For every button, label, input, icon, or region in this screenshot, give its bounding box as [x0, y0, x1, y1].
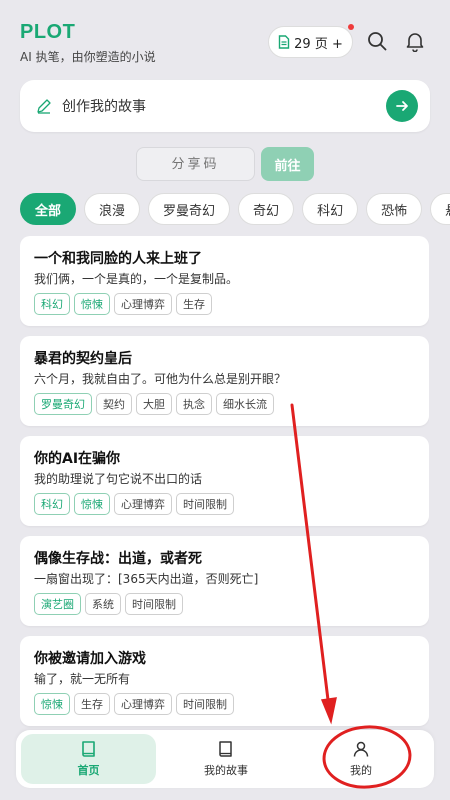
share-code-go-button[interactable]: 前往: [261, 147, 314, 181]
pages-label: 29 页 +: [294, 36, 343, 52]
create-story-submit-button[interactable]: [386, 90, 418, 122]
story-card[interactable]: 一个和我同脸的人来上班了 我们俩，一个是真的，一个是复制品。 科幻 惊悚 心理博…: [20, 236, 429, 326]
notification-dot: [348, 24, 354, 30]
tab-mine-label: 我的: [350, 764, 372, 777]
story-tags: 惊悚 生存 心理博弈 时间限制: [34, 693, 415, 715]
header: PLOT AI 执笔，由你塑造的小说 29 页 +: [20, 20, 434, 70]
story-description: 六个月，我就自由了。可他为什么总是别开眼？: [34, 372, 287, 386]
chip-romance-fantasy[interactable]: 罗曼奇幻: [148, 193, 231, 225]
story-list: 一个和我同脸的人来上班了 我们俩，一个是真的，一个是复制品。 科幻 惊悚 心理博…: [20, 236, 429, 736]
user-icon: [353, 741, 369, 757]
story-tags: 罗曼奇幻 契约 大胆 执念 细水长流: [34, 393, 415, 415]
story-description: 我们俩，一个是真的，一个是复制品。: [34, 272, 239, 286]
chip-all[interactable]: 全部: [20, 193, 77, 225]
create-story-label: 创作我的故事: [62, 99, 146, 115]
story-title: 你被邀请加入游戏: [34, 651, 146, 667]
tab-home[interactable]: 首页: [21, 734, 156, 784]
category-chips: 全部 浪漫 罗曼奇幻 奇幻 科幻 恐怖 悬: [20, 193, 450, 227]
story-tag: 生存: [74, 693, 110, 715]
arrow-right-icon: [396, 101, 408, 111]
story-tag: 科幻: [34, 293, 70, 315]
story-tag: 执念: [176, 393, 212, 415]
story-card[interactable]: 你的AI在骗你 我的助理说了句它说不出口的话 科幻 惊悚 心理博弈 时间限制: [20, 436, 429, 526]
story-tag: 时间限制: [176, 693, 234, 715]
story-tags: 科幻 惊悚 心理博弈 时间限制: [34, 493, 415, 515]
story-title: 偶像生存战：出道，或者死: [34, 551, 202, 567]
story-tag: 心理博弈: [114, 693, 172, 715]
story-tag: 契约: [96, 393, 132, 415]
chip-suspense[interactable]: 悬: [430, 193, 450, 225]
story-description: 一扇窗出现了：[365天内出道，否则死亡]: [34, 572, 259, 586]
story-tags: 科幻 惊悚 心理博弈 生存: [34, 293, 415, 315]
bell-icon[interactable]: [404, 30, 426, 52]
pages-balance-button[interactable]: 29 页 +: [268, 24, 354, 58]
story-tag: 惊悚: [34, 693, 70, 715]
chip-horror[interactable]: 恐怖: [366, 193, 423, 225]
story-tag: 生存: [176, 293, 212, 315]
story-tag: 惊悚: [74, 293, 110, 315]
story-tag: 时间限制: [176, 493, 234, 515]
chip-romance[interactable]: 浪漫: [84, 193, 141, 225]
story-card[interactable]: 你被邀请加入游戏 输了，就一无所有 惊悚 生存 心理博弈 时间限制: [20, 636, 429, 726]
story-tag: 心理博弈: [114, 293, 172, 315]
app-subtitle: AI 执笔，由你塑造的小说: [20, 50, 156, 64]
tab-my-stories-label: 我的故事: [204, 764, 248, 777]
chip-fantasy[interactable]: 奇幻: [238, 193, 295, 225]
story-card[interactable]: 暴君的契约皇后 六个月，我就自由了。可他为什么总是别开眼？ 罗曼奇幻 契约 大胆…: [20, 336, 429, 426]
story-tags: 演艺圈 系统 时间限制: [34, 593, 415, 615]
chip-scifi[interactable]: 科幻: [302, 193, 359, 225]
tab-my-stories[interactable]: 我的故事: [166, 734, 286, 784]
pencil-icon: [37, 99, 51, 114]
story-tag: 科幻: [34, 493, 70, 515]
story-card[interactable]: 偶像生存战：出道，或者死 一扇窗出现了：[365天内出道，否则死亡] 演艺圈 系…: [20, 536, 429, 626]
tab-home-label: 首页: [77, 764, 100, 777]
story-title: 暴君的契约皇后: [34, 351, 132, 367]
share-code-input[interactable]: [136, 147, 255, 181]
app-title: PLOT: [20, 21, 76, 43]
story-tag: 惊悚: [74, 493, 110, 515]
story-description: 我的助理说了句它说不出口的话: [34, 472, 203, 486]
story-tag: 罗曼奇幻: [34, 393, 92, 415]
story-tag: 时间限制: [125, 593, 183, 615]
search-icon[interactable]: [366, 30, 388, 52]
share-code-row: 前往: [136, 147, 314, 181]
tab-mine[interactable]: 我的: [301, 734, 421, 784]
story-title: 你的AI在骗你: [34, 451, 121, 467]
brand: PLOT AI 执笔，由你塑造的小说: [20, 20, 156, 65]
story-tag: 细水长流: [216, 393, 274, 415]
story-tag: 大胆: [136, 393, 172, 415]
bottom-tab-bar: 首页 我的故事 我的: [16, 730, 434, 788]
story-tag: 心理博弈: [114, 493, 172, 515]
create-story-input[interactable]: 创作我的故事: [20, 80, 430, 132]
story-description: 输了，就一无所有: [34, 672, 131, 686]
book-icon: [81, 741, 95, 757]
book-icon: [219, 741, 232, 757]
story-title: 一个和我同脸的人来上班了: [34, 251, 202, 267]
document-icon: [278, 35, 290, 49]
story-tag: 系统: [85, 593, 121, 615]
story-tag: 演艺圈: [34, 593, 81, 615]
